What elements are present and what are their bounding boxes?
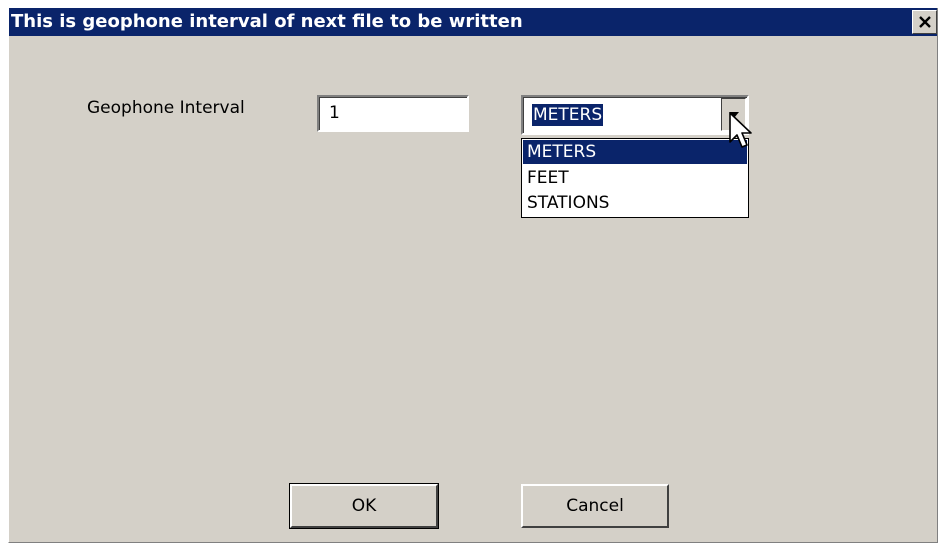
units-selected-value: METERS [530, 103, 605, 127]
close-button[interactable] [912, 10, 937, 34]
title-bar[interactable]: This is geophone interval of next file t… [9, 8, 937, 36]
close-icon [919, 16, 931, 28]
units-dropdown-list: METERS FEET STATIONS [521, 138, 749, 218]
units-option-meters[interactable]: METERS [523, 140, 747, 164]
dialog-title: This is geophone interval of next file t… [11, 11, 523, 32]
units-option-stations[interactable]: STATIONS [523, 191, 747, 215]
geophone-interval-label: Geophone Interval [87, 98, 245, 118]
dialog-window: This is geophone interval of next file t… [8, 8, 938, 543]
ok-button[interactable]: OK [289, 483, 439, 529]
cancel-button[interactable]: Cancel [521, 484, 669, 528]
mouse-pointer-icon [729, 112, 752, 148]
units-combobox[interactable]: METERS [521, 95, 749, 135]
units-option-feet[interactable]: FEET [523, 166, 747, 190]
geophone-interval-input[interactable]: 1 [317, 95, 469, 132]
